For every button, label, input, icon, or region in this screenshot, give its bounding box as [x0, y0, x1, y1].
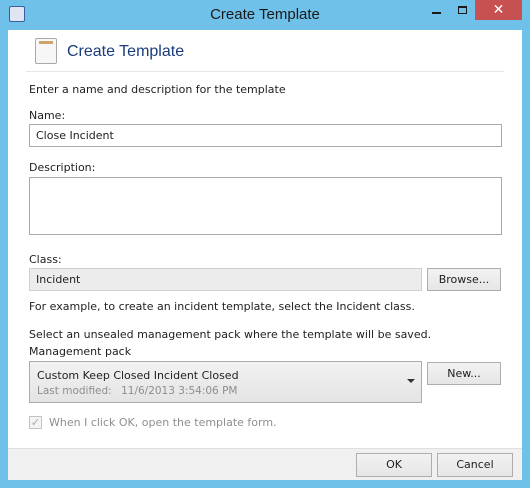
- management-pack-last-modified: Last modified: 11/6/2013 3:54:06 PM: [37, 385, 237, 397]
- name-field[interactable]: Close Incident: [29, 124, 502, 147]
- management-pack-label: Management pack: [29, 345, 132, 358]
- close-icon: ✕: [492, 2, 505, 18]
- close-button[interactable]: ✕: [475, 0, 522, 20]
- cancel-button[interactable]: Cancel: [437, 453, 513, 477]
- new-management-pack-button[interactable]: New...: [427, 362, 501, 385]
- title-bar[interactable]: Create Template ✕: [0, 0, 530, 30]
- management-pack-selected: Custom Keep Closed Incident Closed: [37, 369, 239, 382]
- class-hint: For example, to create an incident templ…: [29, 300, 415, 313]
- class-field-value: Incident: [36, 273, 81, 286]
- dialog-footer: OK Cancel: [8, 448, 522, 480]
- intro-text: Enter a name and description for the tem…: [29, 83, 286, 96]
- name-label: Name:: [29, 109, 66, 122]
- open-form-checkbox[interactable]: ✓: [29, 416, 42, 429]
- minimize-icon: [431, 12, 441, 14]
- minimize-button[interactable]: [423, 0, 449, 20]
- browse-button[interactable]: Browse...: [427, 268, 501, 291]
- description-field[interactable]: [29, 177, 502, 235]
- checkmark-icon: ✓: [30, 416, 41, 429]
- last-modified-value: 11/6/2013 3:54:06 PM: [121, 385, 238, 397]
- management-pack-dropdown[interactable]: Custom Keep Closed Incident Closed Last …: [29, 361, 422, 403]
- open-form-label: When I click OK, open the template form.: [49, 416, 277, 429]
- mp-instruction: Select an unsealed management pack where…: [29, 328, 432, 341]
- header-divider: [26, 71, 504, 72]
- name-field-value: Close Incident: [36, 129, 114, 142]
- maximize-button[interactable]: [449, 0, 475, 20]
- description-label: Description:: [29, 161, 96, 174]
- class-label: Class:: [29, 253, 62, 266]
- class-field[interactable]: Incident: [29, 268, 422, 291]
- page-title: Create Template: [67, 43, 185, 60]
- last-modified-label: Last modified:: [37, 385, 112, 397]
- create-template-window: Create Template ✕ Create Template Enter …: [0, 0, 530, 488]
- template-icon: [35, 38, 57, 64]
- ok-button[interactable]: OK: [356, 453, 432, 477]
- maximize-icon: [457, 6, 467, 14]
- dialog-body: Create Template Enter a name and descrip…: [8, 30, 522, 480]
- chevron-down-icon: [407, 379, 415, 383]
